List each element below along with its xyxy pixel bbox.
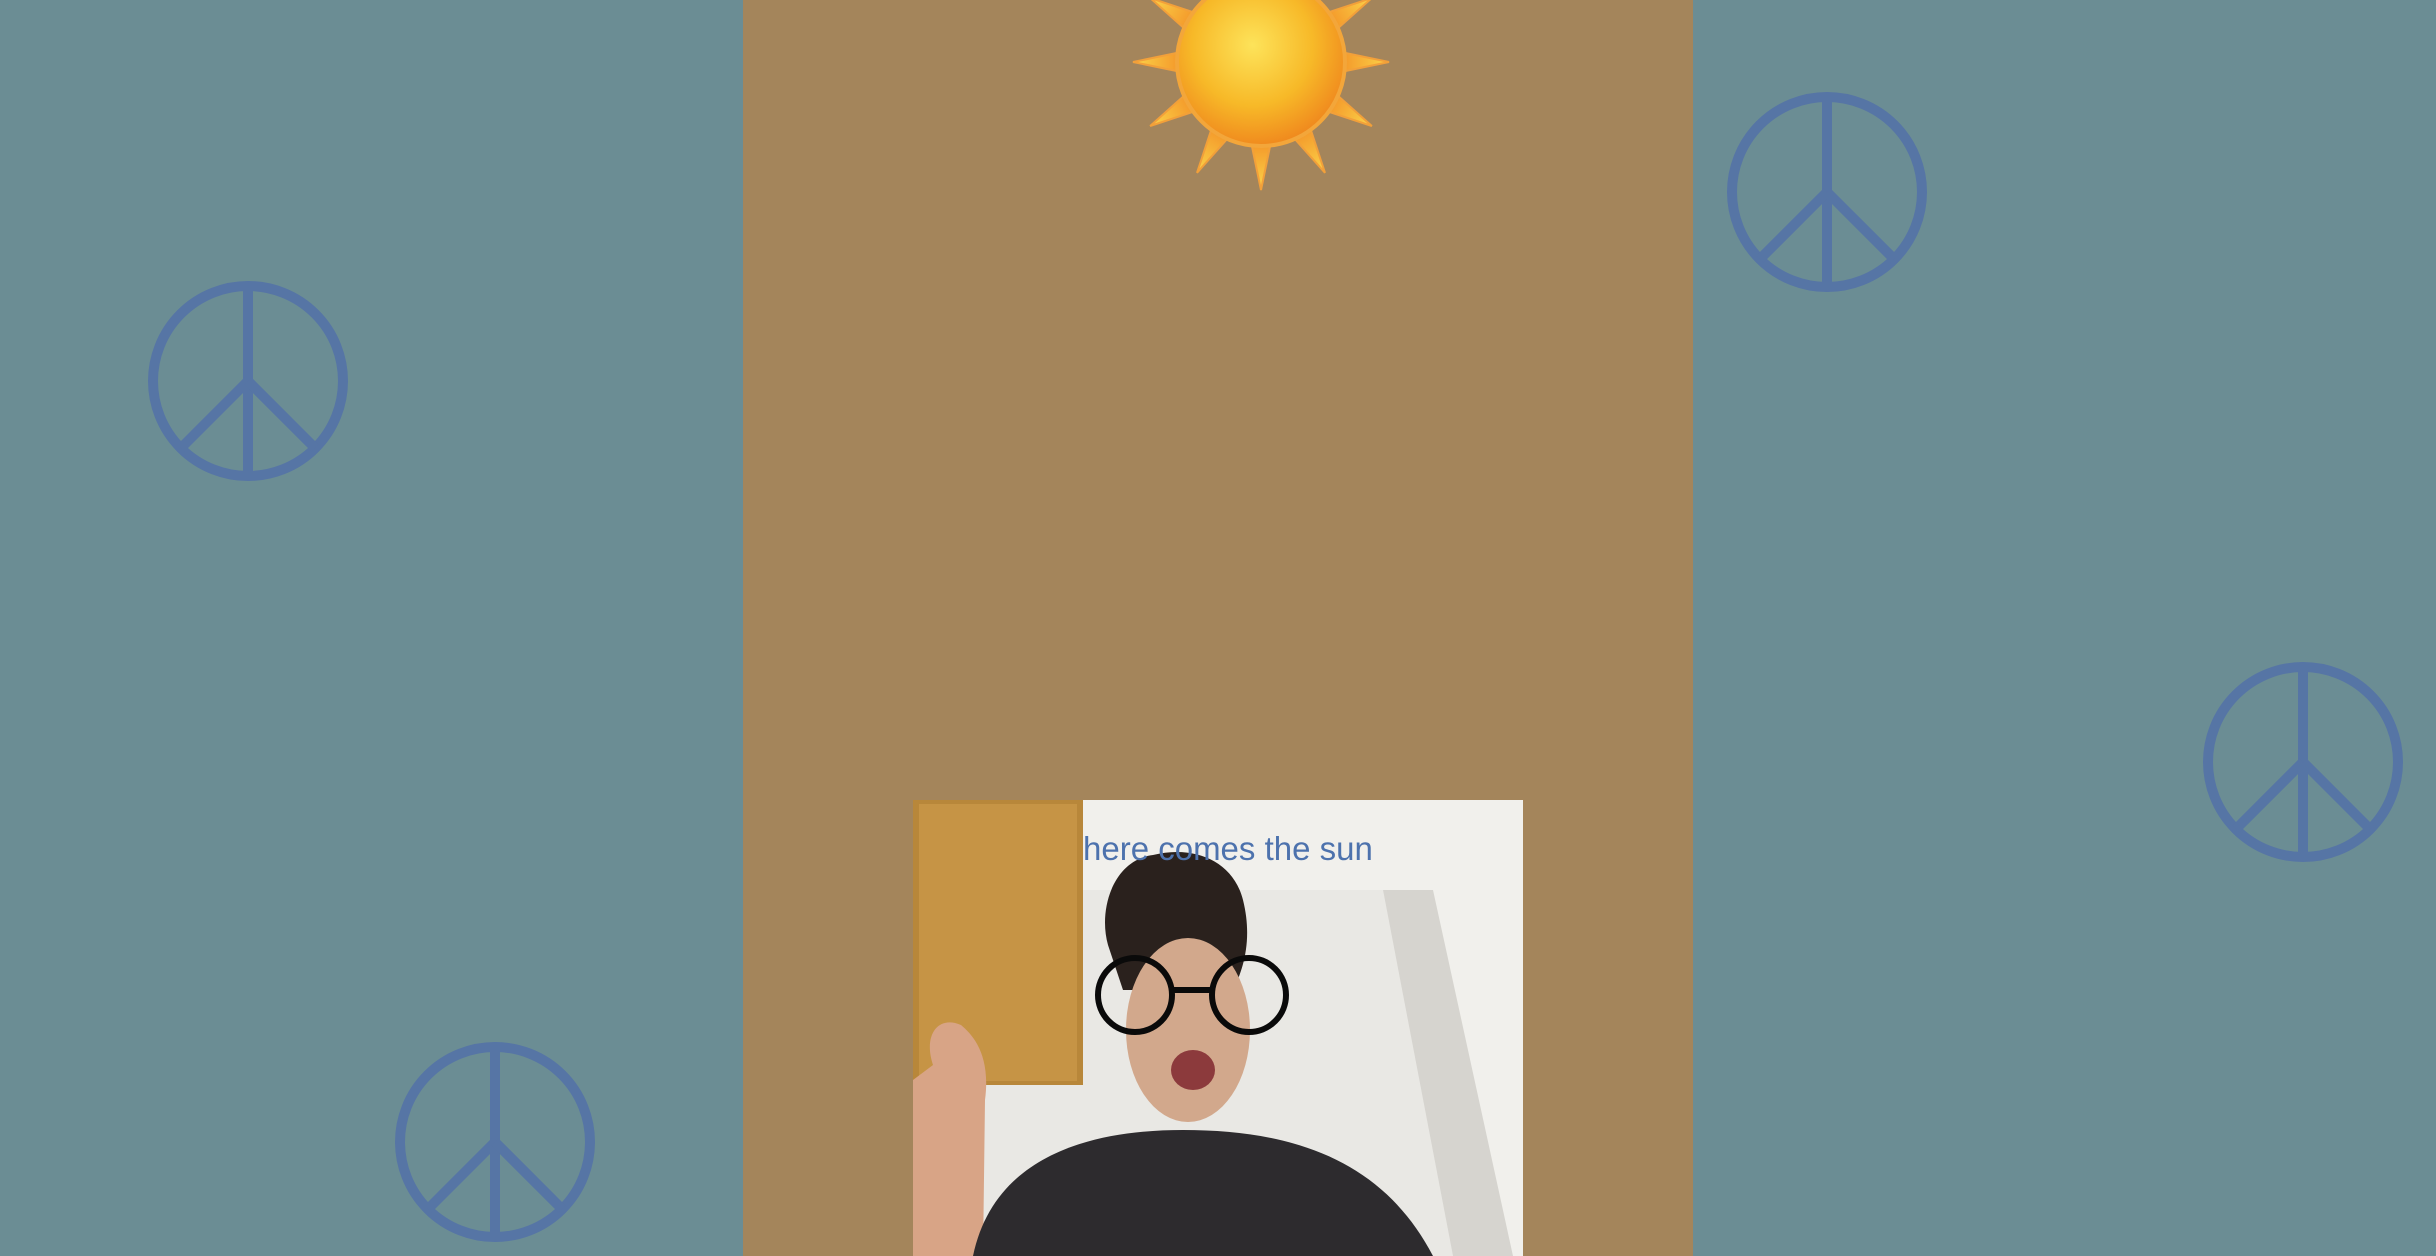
round-glasses-icon [1093, 952, 1291, 1038]
peace-sign-icon [2199, 658, 2407, 866]
peace-sign-icon [144, 277, 352, 485]
caption-text: here comes the sun [1083, 830, 1373, 867]
sun-icon [1113, 0, 1409, 200]
peace-sign-icon [1723, 88, 1931, 296]
left-background-panel [0, 0, 743, 1256]
peace-sign-icon [391, 1038, 599, 1246]
